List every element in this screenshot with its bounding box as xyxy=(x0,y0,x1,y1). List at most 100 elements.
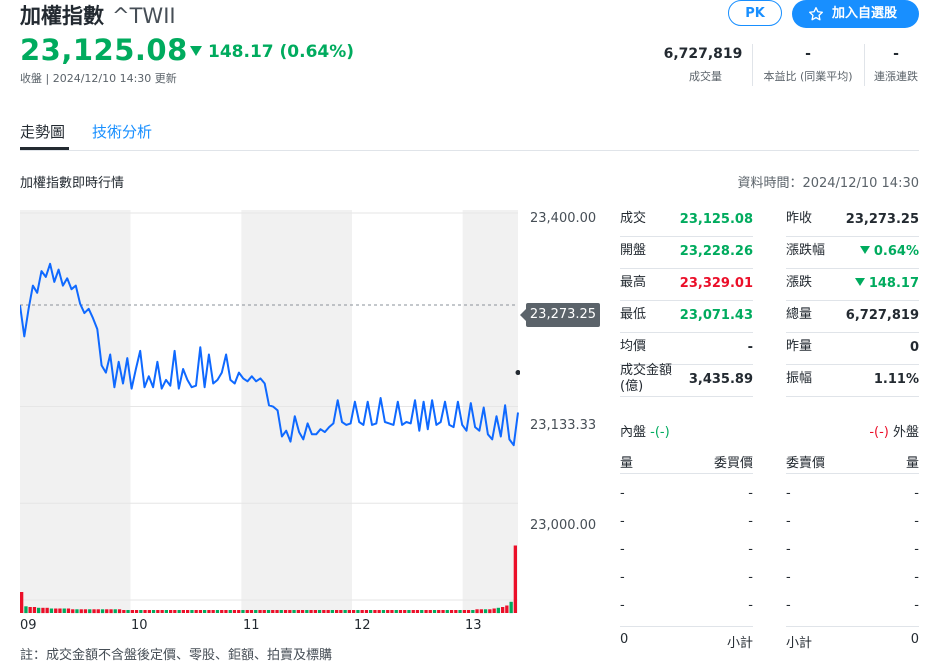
price-change-value: 148.17 (0.64%) xyxy=(208,42,355,62)
volume-bar xyxy=(215,610,220,613)
volume-bar xyxy=(271,610,275,613)
volume-bar xyxy=(88,609,92,614)
volume-bar xyxy=(232,610,237,613)
volume-bar xyxy=(369,610,373,613)
volume-bar xyxy=(254,610,258,613)
divider xyxy=(752,44,753,86)
divider xyxy=(864,44,865,86)
volume-bar xyxy=(130,610,134,613)
row-divider xyxy=(620,236,753,237)
volume-bar xyxy=(471,610,475,613)
current-price: 23,125.08 xyxy=(20,33,188,67)
quote-value-cell: 23,329.01 xyxy=(620,276,753,291)
x-tick-label: 13 xyxy=(465,618,482,633)
session-band xyxy=(462,210,518,613)
x-tick-label: 11 xyxy=(243,618,260,633)
volume-bar xyxy=(488,609,492,614)
volume-bar xyxy=(275,610,279,613)
order-book-subtotal: 小計 xyxy=(726,636,753,651)
quote-value: 0 xyxy=(909,340,919,355)
volume-bar xyxy=(266,610,271,613)
stat-value: - xyxy=(893,46,899,62)
volume-bar xyxy=(364,610,369,613)
volume-bar xyxy=(41,607,45,614)
volume-bar xyxy=(245,610,249,613)
volume-bar xyxy=(403,610,407,613)
price-change: 148.17 (0.64%) xyxy=(190,42,354,62)
quote-value: 23,071.43 xyxy=(679,308,753,323)
volume-bar xyxy=(407,610,411,613)
volume-bar xyxy=(37,607,41,614)
row-divider xyxy=(620,626,753,627)
y-tick-label: 23,133.33 xyxy=(530,418,597,433)
volume-bar xyxy=(249,610,254,613)
volume-bar xyxy=(190,610,194,613)
tab-trend[interactable]: 走勢圖 xyxy=(20,121,65,142)
order-book-cell: - xyxy=(914,542,919,557)
stat-label: 成交量 xyxy=(689,70,722,83)
outer-value: -(-) xyxy=(869,425,889,440)
volume-bar xyxy=(181,610,185,613)
volume-bar xyxy=(32,607,37,613)
row-divider xyxy=(620,268,753,269)
volume-bar xyxy=(415,610,420,613)
volume-bar xyxy=(62,608,66,613)
volume-bar xyxy=(347,610,351,613)
order-book-cell: - xyxy=(748,598,753,613)
pk-button[interactable]: PK xyxy=(728,0,782,26)
inner-label: 內盤 xyxy=(620,425,647,440)
volume-bar xyxy=(505,605,509,613)
volume-bar xyxy=(445,610,449,613)
volume-bar xyxy=(24,606,28,614)
volume-bar xyxy=(394,610,398,613)
volume-bar xyxy=(432,610,437,613)
volume-bar xyxy=(283,610,288,613)
volume-bar xyxy=(169,610,173,613)
down-arrow-icon xyxy=(190,46,202,56)
volume-bar xyxy=(83,609,88,614)
volume-bar xyxy=(143,610,147,613)
volume-bar xyxy=(509,601,513,614)
quote-value: 3,435.89 xyxy=(688,372,753,387)
volume-bar xyxy=(96,609,100,614)
volume-bar xyxy=(449,610,454,613)
quote-value: 23,329.01 xyxy=(679,276,753,291)
volume-bar xyxy=(207,610,211,613)
session-band xyxy=(130,210,242,613)
volume-bar xyxy=(305,610,309,613)
volume-bar xyxy=(211,610,215,613)
volume-bar xyxy=(296,610,300,613)
volume-bar xyxy=(339,610,343,613)
volume-bar xyxy=(479,609,483,614)
volume-bar xyxy=(356,610,360,613)
quote-value: 23,125.08 xyxy=(679,212,753,227)
stat-streak: - 連漲連跌 xyxy=(868,46,924,84)
market-status: 收盤 | 2024/12/10 14:30 更新 xyxy=(20,72,177,85)
volume-bar xyxy=(164,610,168,613)
row-divider xyxy=(786,473,919,474)
row-divider xyxy=(786,300,919,301)
tab-technical[interactable]: 技術分析 xyxy=(92,121,152,142)
volume-bar xyxy=(139,610,143,613)
add-watchlist-button[interactable]: 加入自選股 xyxy=(792,0,919,28)
order-book-cell: - xyxy=(748,570,753,585)
row-divider xyxy=(620,396,753,397)
volume-bar xyxy=(386,610,390,613)
volume-bar xyxy=(373,610,377,613)
volume-bar xyxy=(441,610,445,613)
quote-value-cell: 3,435.89 xyxy=(620,372,753,387)
volume-bar xyxy=(454,610,458,613)
volume-bar xyxy=(428,610,432,613)
volume-bar xyxy=(411,610,415,613)
y-tick-label: 23,400.00 xyxy=(530,211,597,226)
volume-bar xyxy=(330,610,334,613)
volume-bar xyxy=(117,609,122,614)
volume-bar xyxy=(513,545,517,613)
volume-bar xyxy=(262,610,266,613)
intraday-chart[interactable] xyxy=(20,210,520,615)
quote-value: 1.11% xyxy=(873,372,919,387)
volume-bar xyxy=(45,607,49,614)
volume-bar xyxy=(160,610,164,613)
volume-bar xyxy=(28,607,32,613)
quote-value: 0.64% xyxy=(873,244,919,259)
